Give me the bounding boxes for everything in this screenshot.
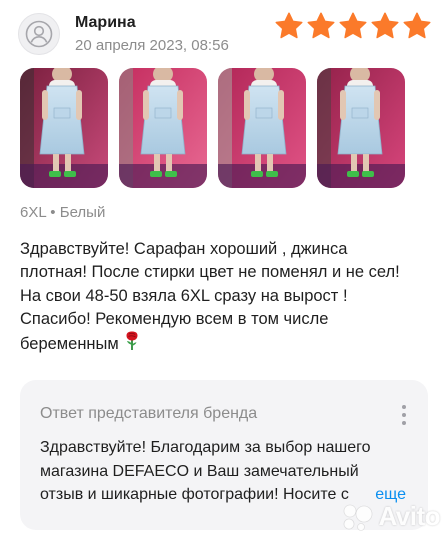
more-options-dot [402, 405, 406, 409]
review-photos [20, 68, 405, 188]
review-text-line: Спасибо! Рекомендую всем в том числе [20, 309, 329, 328]
brand-reply-line: магазина DEFAECO и Ваш замечательный [40, 462, 359, 480]
star-icon [339, 12, 367, 39]
brand-reply-line: Здравствуйте! Благодарим за выбор нашего [40, 439, 371, 456]
author-name[interactable]: Марина [75, 14, 136, 32]
watermark-text: Avito [378, 501, 440, 531]
review-photo[interactable] [317, 68, 405, 188]
review-text-line: Здравствуйте! Сарафан хороший , джинса [20, 240, 348, 258]
avito-logo-icon [344, 504, 373, 531]
review-photo[interactable] [20, 68, 108, 188]
review-text-line: беременным [20, 335, 119, 354]
rating-stars [274, 11, 432, 41]
review-header: Марина 20 апреля 2023, 08:56 [18, 10, 432, 56]
review-text-line-last: беременным [20, 331, 430, 356]
avatar[interactable] [18, 13, 60, 55]
avito-watermark: Avito [340, 501, 440, 532]
review-photo[interactable] [218, 68, 306, 188]
review-date: 20 апреля 2023, 08:56 [75, 37, 229, 54]
review-text-line: плотная! После стирки цвет не поменял и … [20, 263, 400, 282]
more-options-icon[interactable] [394, 402, 414, 428]
more-options-dot [402, 421, 406, 425]
review-text-line: На свои 48-50 взяла 6XL сразу на вырост … [20, 286, 348, 305]
star-icon [403, 12, 431, 39]
star-icon [307, 12, 335, 39]
user-icon [25, 20, 53, 48]
rose-emoji-icon [126, 331, 138, 351]
product-variant: 6XL • Белый [20, 204, 106, 221]
star-icon [371, 12, 399, 39]
review-text: Здравствуйте! Сарафан хороший , джинса п… [20, 238, 430, 356]
review-photo[interactable] [119, 68, 207, 188]
brand-reply-title: Ответ представителя бренда [40, 405, 258, 422]
star-icon [275, 12, 303, 39]
more-options-dot [402, 413, 406, 417]
